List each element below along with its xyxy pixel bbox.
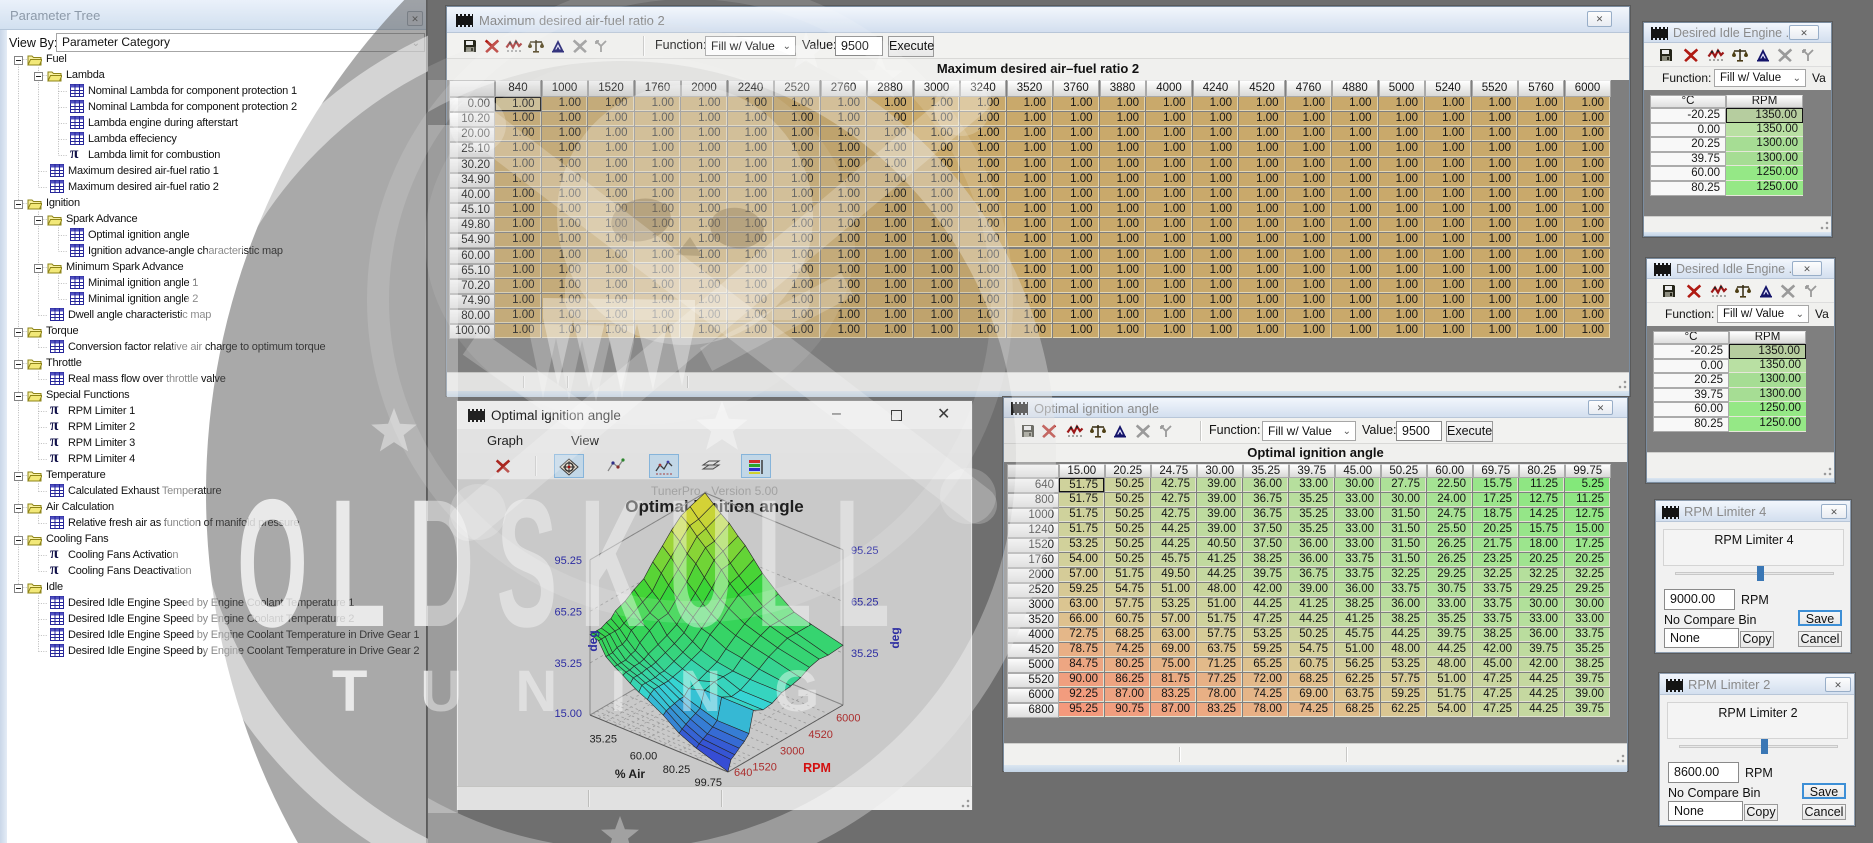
svg-text:% Air: % Air (615, 767, 646, 781)
svg-text:1520: 1520 (752, 761, 776, 773)
svg-text:6000: 6000 (836, 713, 860, 725)
svg-text:4520: 4520 (808, 729, 832, 741)
svg-text:deg: deg (586, 630, 600, 651)
svg-text:35.25: 35.25 (554, 658, 582, 670)
svg-text:deg: deg (888, 627, 902, 648)
svg-text:95.25: 95.25 (851, 545, 879, 557)
svg-text:65.25: 65.25 (851, 596, 879, 608)
svg-text:3000: 3000 (780, 745, 804, 757)
svg-text:65.25: 65.25 (554, 606, 582, 618)
svg-text:640: 640 (734, 767, 752, 779)
svg-text:95.25: 95.25 (554, 555, 582, 567)
svg-text:80.25: 80.25 (663, 764, 691, 776)
svg-text:35.25: 35.25 (851, 648, 879, 660)
svg-text:99.75: 99.75 (694, 777, 722, 786)
svg-text:15.00: 15.00 (554, 708, 582, 720)
svg-text:35.25: 35.25 (589, 734, 617, 746)
svg-text:60.00: 60.00 (630, 750, 658, 762)
svg-text:RPM: RPM (803, 761, 831, 775)
